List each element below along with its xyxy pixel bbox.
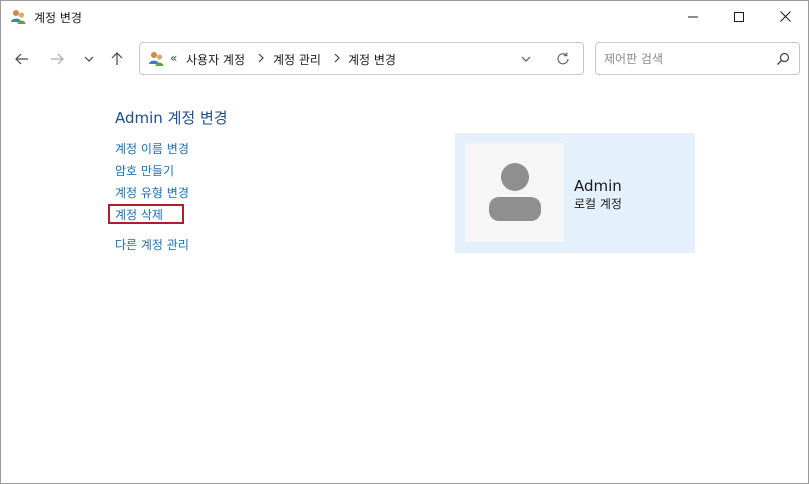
create-password-link[interactable]: 암호 만들기 (115, 162, 174, 179)
window-title: 계정 변경 (34, 11, 82, 25)
highlight-box (108, 204, 184, 224)
change-account-type-link[interactable]: 계정 유형 변경 (115, 184, 189, 201)
account-card: Admin 로컬 계정 (455, 133, 695, 253)
navigation-bar: « 사용자 계정 계정 관리 계정 변경 (1, 33, 808, 85)
chevron-right-icon[interactable] (257, 52, 265, 64)
users-icon (10, 8, 27, 25)
chevron-down-icon (84, 56, 94, 62)
window: 계정 변경 « 사용자 계정 계정 관리 계정 변경 제어판 검색 Admin … (0, 0, 809, 484)
breadcrumb-overflow[interactable]: « (170, 51, 177, 65)
minimize-icon (688, 16, 698, 17)
minimize-button[interactable] (670, 1, 716, 32)
address-dropdown-icon[interactable] (519, 52, 533, 66)
breadcrumb-change-account[interactable]: 계정 변경 (348, 51, 396, 68)
search-input[interactable] (604, 50, 764, 68)
refresh-icon[interactable] (555, 51, 571, 67)
close-icon (779, 11, 791, 22)
search-box[interactable] (595, 42, 800, 75)
manage-other-account-link[interactable]: 다른 계정 관리 (115, 236, 189, 253)
arrow-up-icon (111, 52, 123, 65)
forward-button[interactable] (46, 48, 68, 70)
up-button[interactable] (106, 48, 128, 70)
page-title: Admin 계정 변경 (115, 109, 228, 127)
arrow-right-icon (51, 53, 64, 65)
close-button[interactable] (762, 1, 808, 32)
rename-account-link[interactable]: 계정 이름 변경 (115, 140, 189, 157)
back-button[interactable] (11, 48, 33, 70)
main-content: Admin 계정 변경 계정 이름 변경 암호 만들기 계정 유형 변경 계정 … (1, 85, 808, 483)
avatar (465, 143, 564, 242)
breadcrumb-user-accounts[interactable]: 사용자 계정 (186, 51, 245, 68)
search-icon[interactable] (776, 52, 790, 66)
chevron-right-icon[interactable] (333, 52, 341, 64)
address-bar[interactable]: « 사용자 계정 계정 관리 계정 변경 (139, 42, 584, 75)
recent-locations-button[interactable] (78, 48, 100, 70)
title-bar: 계정 변경 (1, 1, 808, 33)
arrow-left-icon (15, 53, 28, 65)
account-name: Admin (574, 177, 622, 195)
breadcrumb-manage-accounts[interactable]: 계정 관리 (273, 51, 321, 68)
maximize-icon (734, 11, 744, 22)
users-icon (148, 50, 165, 67)
account-type: 로컬 계정 (574, 197, 622, 211)
maximize-button[interactable] (716, 1, 762, 32)
user-avatar-icon (488, 162, 541, 221)
